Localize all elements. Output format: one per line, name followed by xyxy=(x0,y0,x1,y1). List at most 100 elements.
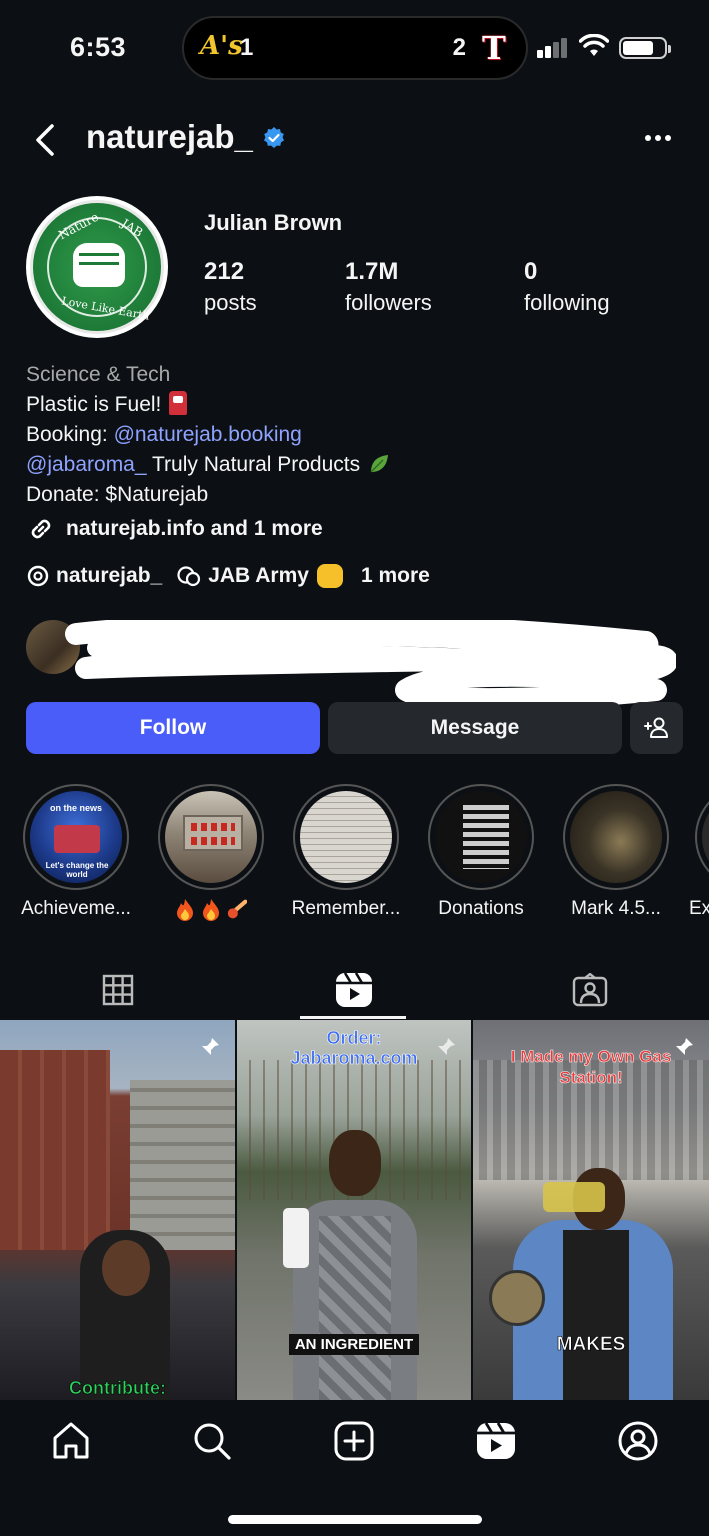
bio-category: Science & Tech xyxy=(26,363,171,386)
bio-line-jabaroma: @jabaroma_ Truly Natural Products xyxy=(26,450,390,480)
channel-badge[interactable]: JAB Army xyxy=(176,564,343,588)
wifi-icon xyxy=(579,34,609,56)
reels-grid: Contribute: Order: Jabaroma.com AN INGRE… xyxy=(0,1020,709,1400)
dynamic-island-score[interactable]: A's 1 2 T xyxy=(182,16,528,80)
highlight-cover-letter xyxy=(300,791,392,883)
home-indicator[interactable] xyxy=(228,1515,482,1524)
reels-icon xyxy=(336,972,372,1007)
bio-plastic-text: Plastic is Fuel! xyxy=(26,393,162,416)
threads-handle: naturejab_ xyxy=(56,564,163,587)
grid-icon xyxy=(102,974,134,1006)
bio-links[interactable]: naturejab.info and 1 more xyxy=(26,514,323,544)
status-time: 6:53 xyxy=(70,32,127,62)
reel-thumbnail[interactable]: Contribute: xyxy=(0,1020,235,1400)
channel-name: JAB Army xyxy=(208,564,309,587)
highlight-label: Ex xyxy=(689,898,709,919)
tab-reels[interactable] xyxy=(236,960,472,1020)
leaf-icon xyxy=(370,455,389,473)
following-count: 0 xyxy=(524,258,538,285)
profile-nav-icon[interactable] xyxy=(617,1420,659,1462)
posts-stat[interactable]: 212 posts xyxy=(204,258,257,316)
highlight-cover-news: on the news Let's change the world xyxy=(30,791,122,883)
more-badges[interactable]: 1 more xyxy=(361,564,430,588)
broadcast-channel-icon xyxy=(177,566,201,587)
followers-stat[interactable]: 1.7M followers xyxy=(345,258,432,316)
redaction-scribble xyxy=(65,620,676,708)
highlight-news-top: on the news xyxy=(49,803,102,813)
highlight-label: Mark 4.5... xyxy=(571,898,661,919)
story-highlights: on the news Let's change the world Achie… xyxy=(0,784,709,934)
full-name: Julian Brown xyxy=(204,210,343,235)
follow-button[interactable]: Follow xyxy=(26,702,320,754)
home-icon[interactable] xyxy=(50,1420,92,1462)
reel-overlay-text: Contribute: xyxy=(69,1378,167,1399)
status-bar: 6:53 A's 1 2 T xyxy=(0,0,709,96)
jabaroma-link[interactable]: @jabaroma_ xyxy=(26,453,147,476)
highlight-remember[interactable]: Remember... xyxy=(278,784,414,920)
highlight-partial[interactable]: Ex xyxy=(683,784,709,920)
tab-grid[interactable] xyxy=(0,960,236,1020)
fuel-pump-icon xyxy=(169,391,188,415)
message-button[interactable]: Message xyxy=(328,702,622,754)
create-post-icon[interactable] xyxy=(333,1420,375,1462)
suggested-users-button[interactable] xyxy=(630,702,683,754)
profile-header: naturejab_ xyxy=(0,110,709,170)
verified-badge-icon xyxy=(264,127,284,148)
bio-donate: Donate: $Naturejab xyxy=(26,483,209,506)
highlight-fire[interactable] xyxy=(143,784,279,924)
back-arrow-icon[interactable] xyxy=(30,120,62,160)
highlight-mark[interactable]: Mark 4.5... xyxy=(548,784,684,920)
highlight-cover-donations xyxy=(435,791,527,883)
link-icon xyxy=(31,519,51,539)
tagged-icon xyxy=(572,973,608,1007)
mutual-followers[interactable] xyxy=(26,620,676,710)
highlight-achievements[interactable]: on the news Let's change the world Achie… xyxy=(8,784,144,920)
active-tab-indicator xyxy=(300,1016,406,1019)
reel-caption: AN INGREDIENT xyxy=(237,1334,471,1355)
search-icon[interactable] xyxy=(191,1420,233,1462)
reel-caption: MAKES xyxy=(556,1334,626,1356)
content-tabs xyxy=(0,960,709,1020)
pin-icon xyxy=(202,1038,219,1055)
highlight-label: Achieveme... xyxy=(21,898,131,919)
following-label: following xyxy=(524,290,610,315)
header-username: naturejab_ xyxy=(86,118,253,155)
highlight-cover-machine xyxy=(165,791,257,883)
profile-avatar[interactable]: Nature JAB Love Like Earth xyxy=(26,196,168,338)
reel-thumbnail[interactable]: Order: Jabaroma.com AN INGREDIENT xyxy=(237,1020,471,1400)
posts-label: posts xyxy=(204,290,257,315)
more-options-icon[interactable] xyxy=(645,128,679,148)
reel-overlay-text: I Made my Own Gas Station! xyxy=(510,1047,672,1088)
fire-emoji-icon xyxy=(177,899,193,921)
following-stat[interactable]: 0 following xyxy=(524,258,610,316)
highlight-label: Donations xyxy=(438,898,524,919)
fist-emoji-icon xyxy=(316,564,343,588)
reels-nav-icon[interactable] xyxy=(475,1420,517,1462)
rangers-logo-icon: T xyxy=(482,29,506,67)
bio-booking-prefix: Booking: xyxy=(26,423,114,446)
highlight-news-bottom: Let's change the world xyxy=(45,861,109,879)
followers-count: 1.7M xyxy=(345,258,399,285)
athletics-logo-icon: A's xyxy=(200,31,243,61)
bio-line-booking: Booking: @naturejab.booking xyxy=(26,420,390,450)
add-person-icon xyxy=(643,717,668,738)
bio-products-text: Truly Natural Products xyxy=(146,453,361,476)
reel-overlay-text: Order: Jabaroma.com xyxy=(290,1028,418,1069)
highlight-donations[interactable]: Donations xyxy=(413,784,549,920)
cellular-signal-icon xyxy=(537,38,569,58)
bottom-navigation xyxy=(0,1400,709,1536)
threads-badge[interactable]: naturejab_ xyxy=(26,564,162,588)
fist-logo-icon xyxy=(73,243,125,287)
bio-line-plastic: Plastic is Fuel! xyxy=(26,390,390,420)
profile-bio: Science & Tech Plastic is Fuel! Booking:… xyxy=(26,360,390,510)
right-score: 2 xyxy=(452,34,466,61)
reel-thumbnail[interactable]: I Made my Own Gas Station! MAKES xyxy=(473,1020,709,1400)
highlight-emoji-label xyxy=(143,898,279,924)
posts-count: 212 xyxy=(204,258,245,285)
comet-emoji-icon xyxy=(227,899,247,919)
booking-link[interactable]: @naturejab.booking xyxy=(114,423,302,446)
highlight-cover-reactor xyxy=(570,791,662,883)
tab-tagged[interactable] xyxy=(472,960,708,1020)
highlight-label: Remember... xyxy=(291,898,401,919)
fire-emoji-icon xyxy=(203,899,219,921)
